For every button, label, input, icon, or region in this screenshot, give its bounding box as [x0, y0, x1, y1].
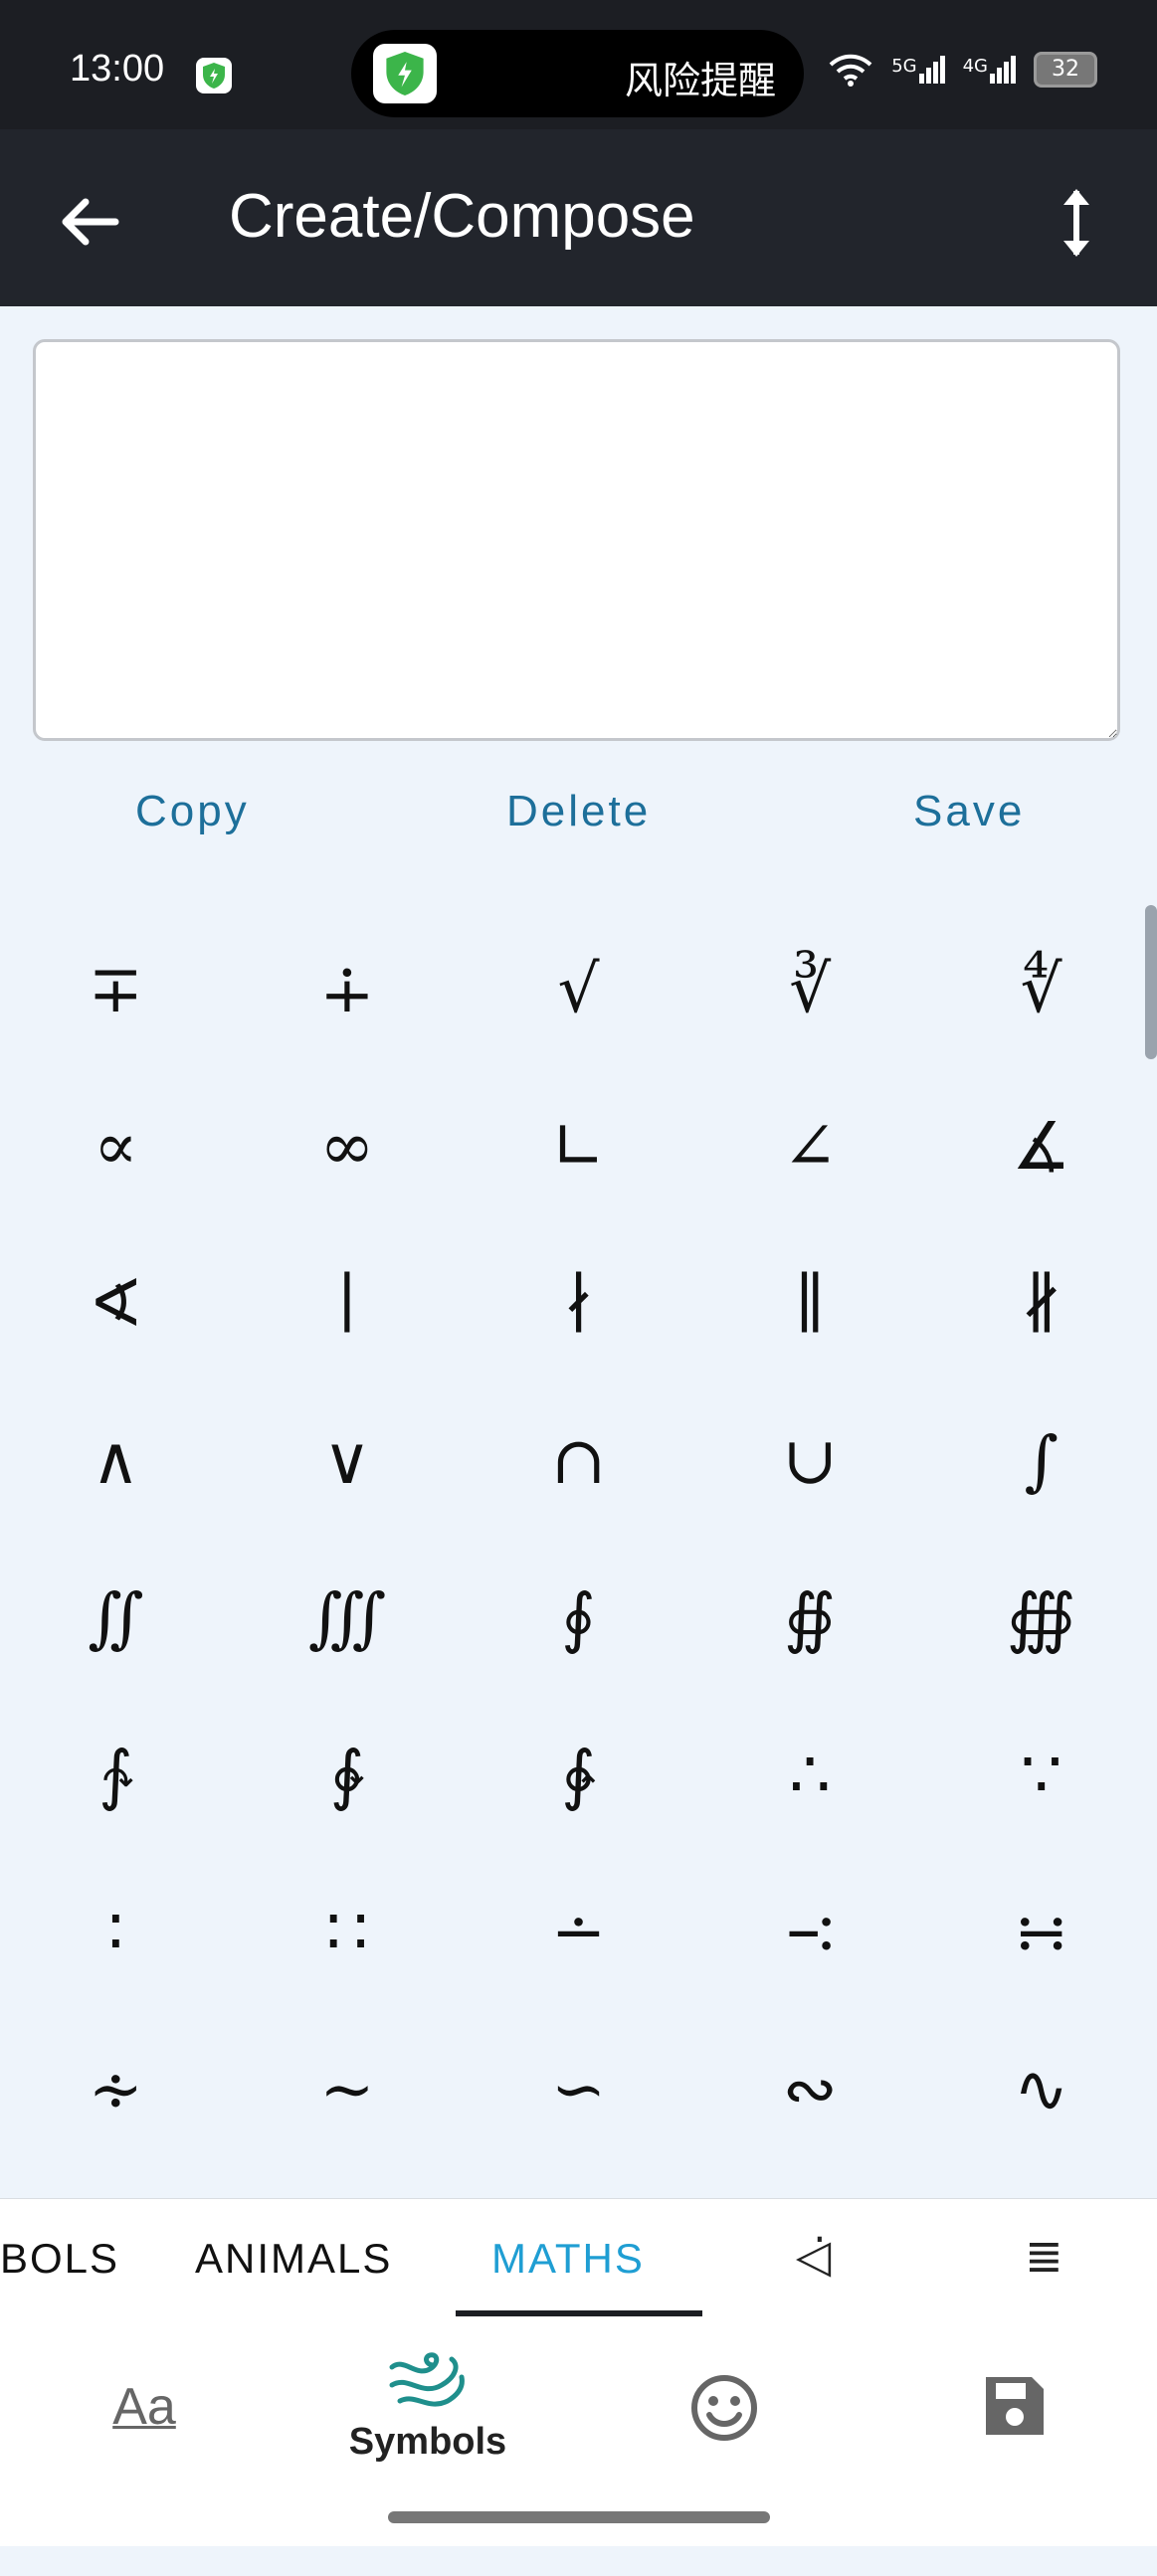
- symbol-key[interactable]: ∶: [0, 1853, 232, 2010]
- security-shield-icon: [373, 44, 437, 103]
- symbol-key[interactable]: ∥: [694, 1224, 926, 1381]
- symbol-key[interactable]: ∢: [0, 1224, 232, 1381]
- signal-5g-icon: 5G: [891, 56, 945, 84]
- symbol-key[interactable]: ∪: [694, 1381, 926, 1539]
- app-bar: Create/Compose: [0, 129, 1157, 306]
- status-bar: 13:00 风险提醒 5G 4G 32: [0, 0, 1157, 129]
- symbol-key[interactable]: ∛: [694, 910, 926, 1067]
- symbol-key[interactable]: ∜: [925, 910, 1157, 1067]
- symbol-key[interactable]: ∩: [463, 1381, 694, 1539]
- symbol-key[interactable]: ∤: [463, 1224, 694, 1381]
- nav-saved[interactable]: [980, 2373, 1050, 2572]
- symbol-key[interactable]: ∠: [694, 1067, 926, 1224]
- save-button[interactable]: Save: [907, 786, 1031, 837]
- nav-emoji[interactable]: [686, 2373, 762, 2572]
- symbol-key[interactable]: ∭: [232, 1539, 464, 1696]
- tab-maths[interactable]: MATHS: [491, 2235, 645, 2283]
- symbol-key[interactable]: ∵: [925, 1696, 1157, 1853]
- tab-symbols[interactable]: BOLS: [0, 2235, 119, 2283]
- scrollbar-thumb[interactable]: [1145, 905, 1157, 1059]
- nav-fonts[interactable]: Aa: [95, 2377, 194, 2576]
- symbol-key[interactable]: ∡: [925, 1067, 1157, 1224]
- battery-icon: 32: [1034, 52, 1097, 88]
- text-style-icon: Aa: [112, 2378, 176, 2436]
- symbol-key[interactable]: ∫: [925, 1381, 1157, 1539]
- symbol-key[interactable]: ∷: [232, 1853, 464, 2010]
- symbol-key[interactable]: ∾: [694, 2010, 926, 2167]
- symbol-key[interactable]: ∞: [232, 1067, 464, 1224]
- symbol-key[interactable]: ∮: [463, 1539, 694, 1696]
- tab-triangle-symbols[interactable]: ◁̇: [796, 2229, 831, 2283]
- nav-symbols-label: Symbols: [348, 2421, 507, 2463]
- delete-button[interactable]: Delete: [500, 786, 657, 837]
- action-row: Copy Delete Save: [0, 786, 1157, 865]
- wave-swirl-icon: [389, 2352, 465, 2407]
- gesture-bar[interactable]: [388, 2511, 770, 2523]
- symbol-key[interactable]: ∝: [0, 1067, 232, 1224]
- symbol-key[interactable]: √: [463, 910, 694, 1067]
- symbol-key[interactable]: ∽: [463, 2010, 694, 2167]
- risk-alert-text: 风险提醒: [624, 59, 776, 102]
- network-4g-label: 4G: [962, 56, 988, 77]
- symbol-key[interactable]: ∺: [925, 1853, 1157, 2010]
- tab-lines-symbols[interactable]: ≣: [1025, 2229, 1063, 2283]
- symbol-key[interactable]: ∳: [463, 1696, 694, 1853]
- symbol-grid: ∓ ∔ √ ∛ ∜ ∝ ∞ ∟ ∠ ∡ ∢ ∣ ∤ ∥ ∦ ∧ ∨ ∩ ∪ ∫ …: [0, 910, 1157, 2163]
- copy-button[interactable]: Copy: [129, 786, 256, 837]
- active-tab-indicator: [456, 2310, 702, 2316]
- symbol-key[interactable]: ∰: [925, 1539, 1157, 1696]
- tab-animals[interactable]: ANIMALS: [195, 2235, 392, 2283]
- vertical-arrows-icon: [1063, 189, 1089, 257]
- symbol-key[interactable]: ∸: [463, 1853, 694, 2010]
- expand-vertical-button[interactable]: [1042, 183, 1111, 263]
- symbol-key[interactable]: ∓: [0, 910, 232, 1067]
- status-icons: 5G 4G 32: [828, 52, 1097, 88]
- symbol-key[interactable]: ∧: [0, 1381, 232, 1539]
- symbol-key[interactable]: ∟: [463, 1067, 694, 1224]
- symbol-key[interactable]: ∔: [232, 910, 464, 1067]
- page-title: Create/Compose: [229, 182, 695, 251]
- symbol-key[interactable]: ∹: [694, 1853, 926, 2010]
- symbol-key[interactable]: ∬: [0, 1539, 232, 1696]
- smiley-icon: [691, 2375, 757, 2441]
- symbol-key[interactable]: ∿: [925, 2010, 1157, 2167]
- save-disk-icon: [986, 2377, 1044, 2435]
- symbol-key[interactable]: ∴: [694, 1696, 926, 1853]
- status-time: 13:00: [70, 48, 165, 90]
- wifi-icon: [829, 54, 872, 87]
- symbol-key[interactable]: ∼: [232, 2010, 464, 2167]
- compose-text-area[interactable]: [33, 339, 1120, 741]
- signal-4g-icon: 4G: [963, 56, 1016, 84]
- back-button[interactable]: [56, 187, 125, 257]
- arrow-left-icon: [62, 198, 119, 246]
- symbol-key[interactable]: ∣: [232, 1224, 464, 1381]
- network-5g-label: 5G: [891, 56, 917, 77]
- symbol-key[interactable]: ∱: [0, 1696, 232, 1853]
- symbol-key[interactable]: ∦: [925, 1224, 1157, 1381]
- symbol-key[interactable]: ∯: [694, 1539, 926, 1696]
- symbol-key[interactable]: ∲: [232, 1696, 464, 1853]
- notification-pill[interactable]: 风险提醒: [351, 30, 804, 117]
- symbol-key[interactable]: ∨: [232, 1381, 464, 1539]
- symbol-key[interactable]: ∻: [0, 2010, 232, 2167]
- category-tabs: BOLS ANIMALS MATHS ◁̇ ≣: [0, 2198, 1157, 2318]
- security-shield-icon: [196, 58, 232, 93]
